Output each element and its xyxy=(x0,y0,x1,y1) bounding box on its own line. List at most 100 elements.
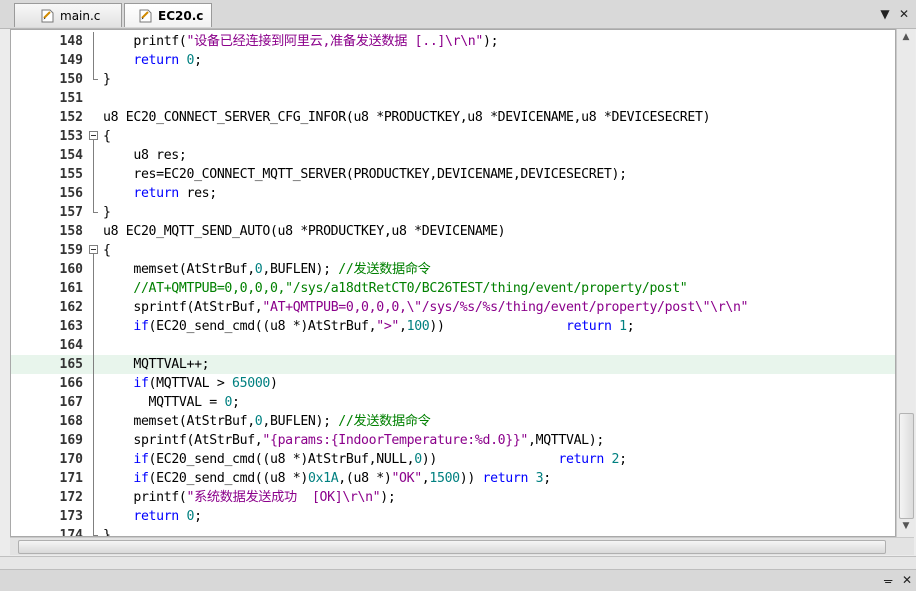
line-number: 162 xyxy=(59,300,83,315)
fold-guide-line xyxy=(89,32,99,51)
tab-list-dropdown-icon[interactable]: ▼ xyxy=(877,6,893,22)
fold-guide-line xyxy=(89,488,99,507)
line-number: 151 xyxy=(59,91,83,106)
line-number: 169 xyxy=(59,433,83,448)
code-line[interactable]: 153 { xyxy=(11,127,895,146)
code-line[interactable]: 156 return res; xyxy=(11,184,895,203)
code-text: u8 EC20_CONNECT_SERVER_CFG_INFOR(u8 *PRO… xyxy=(103,110,711,125)
code-line[interactable]: 174} xyxy=(11,526,895,537)
code-line[interactable]: 151 xyxy=(11,89,895,108)
code-line[interactable]: 165 MQTTVAL++; xyxy=(11,355,895,374)
code-line[interactable]: 161 //AT+QMTPUB=0,0,0,0,"/sys/a18dtRetCT… xyxy=(11,279,895,298)
line-number: 157 xyxy=(59,205,83,220)
code-text: } xyxy=(103,72,111,87)
code-line[interactable]: 159 { xyxy=(11,241,895,260)
code-line[interactable]: 172 printf("系统数据发送成功 [OK]\r\n"); xyxy=(11,488,895,507)
code-line[interactable]: 149 return 0; xyxy=(11,51,895,70)
fold-guide-line xyxy=(89,279,99,298)
fold-guide-line xyxy=(89,298,99,317)
line-number: 160 xyxy=(59,262,83,277)
code-text: memset(AtStrBuf,0,BUFLEN); //发送数据命令 xyxy=(103,414,431,429)
fold-collapse-icon[interactable] xyxy=(89,127,99,146)
code-line[interactable]: 173 return 0; xyxy=(11,507,895,526)
code-editor[interactable]: 148 printf("设备已经连接到阿里云,准备发送数据 [..]\r\n")… xyxy=(10,29,896,537)
code-text: } xyxy=(103,528,111,537)
code-text: res=EC20_CONNECT_MQTT_SERVER(PRODUCTKEY,… xyxy=(103,167,627,182)
code-text: if(EC20_send_cmd((u8 *)AtStrBuf,NULL,0))… xyxy=(133,452,627,467)
code-text: u8 res; xyxy=(103,148,187,163)
code-text: if(MQTTVAL > 65000) xyxy=(133,376,278,391)
line-number: 166 xyxy=(59,376,83,391)
output-panel-header: ᚚ ✕ xyxy=(0,556,916,591)
fold-guide-line xyxy=(89,507,99,526)
fold-guide-line xyxy=(89,431,99,450)
code-text: return 0; xyxy=(133,509,202,524)
code-line[interactable]: 170 if(EC20_send_cmd((u8 *)AtStrBuf,NULL… xyxy=(11,450,895,469)
panel-bar xyxy=(0,569,916,591)
line-number: 149 xyxy=(59,53,83,68)
line-number: 170 xyxy=(59,452,83,467)
vertical-scroll-thumb[interactable] xyxy=(899,413,914,519)
fold-gutter xyxy=(89,108,99,127)
code-line[interactable]: 168 memset(AtStrBuf,0,BUFLEN); //发送数据命令 xyxy=(11,412,895,431)
code-line[interactable]: 152 u8 EC20_CONNECT_SERVER_CFG_INFOR(u8 *… xyxy=(11,108,895,127)
code-line[interactable]: 157} xyxy=(11,203,895,222)
line-number: 159 xyxy=(59,243,83,258)
code-text: { xyxy=(103,129,111,144)
code-line[interactable]: 162 sprintf(AtStrBuf,"AT+QMTPUB=0,0,0,0,… xyxy=(11,298,895,317)
code-line[interactable]: 160 memset(AtStrBuf,0,BUFLEN); //发送数据命令 xyxy=(11,260,895,279)
code-text: return res; xyxy=(133,186,217,201)
line-number: 168 xyxy=(59,414,83,429)
line-number: 164 xyxy=(59,338,83,353)
fold-guide-line xyxy=(89,165,99,184)
fold-guide-line xyxy=(89,374,99,393)
code-line[interactable]: 158 u8 EC20_MQTT_SEND_AUTO(u8 *PRODUCTKEY… xyxy=(11,222,895,241)
tab-bar: main.c EC20.c ▼ ✕ xyxy=(0,0,916,29)
fold-guide-line xyxy=(89,393,99,412)
fold-end-marker xyxy=(89,203,99,222)
horizontal-scroll-thumb[interactable] xyxy=(18,540,886,554)
code-text: MQTTVAL = 0; xyxy=(103,395,240,410)
line-number: 174 xyxy=(59,528,83,537)
pin-icon[interactable]: ᚚ xyxy=(884,573,892,587)
close-panel-icon[interactable]: ✕ xyxy=(902,573,912,587)
line-number: 158 xyxy=(59,224,83,239)
fold-guide-line xyxy=(89,51,99,70)
fold-guide-line xyxy=(89,450,99,469)
code-line[interactable]: 169 sprintf(AtStrBuf,"{params:{IndoorTem… xyxy=(11,431,895,450)
code-text: if(EC20_send_cmd((u8 *)0x1A,(u8 *)"OK",1… xyxy=(133,471,551,486)
fold-guide-line xyxy=(89,412,99,431)
code-text: } xyxy=(103,205,111,220)
scroll-down-icon[interactable]: ▼ xyxy=(900,521,912,533)
close-tab-icon[interactable]: ✕ xyxy=(896,6,912,22)
horizontal-scrollbar[interactable] xyxy=(10,537,914,555)
vertical-scrollbar[interactable]: ▲ ▼ xyxy=(896,29,915,537)
fold-collapse-icon[interactable] xyxy=(89,241,99,260)
tab-main-c[interactable]: main.c xyxy=(14,3,122,27)
code-line[interactable]: 171 if(EC20_send_cmd((u8 *)0x1A,(u8 *)"O… xyxy=(11,469,895,488)
code-text: return 0; xyxy=(133,53,202,68)
c-file-icon xyxy=(139,9,152,23)
fold-guide-line xyxy=(89,260,99,279)
code-line[interactable]: 148 printf("设备已经连接到阿里云,准备发送数据 [..]\r\n")… xyxy=(11,32,895,51)
tab-ec20-c[interactable]: EC20.c xyxy=(124,3,212,27)
line-number: 167 xyxy=(59,395,83,410)
code-line[interactable]: 167 MQTTVAL = 0; xyxy=(11,393,895,412)
line-number: 172 xyxy=(59,490,83,505)
code-text: sprintf(AtStrBuf,"AT+QMTPUB=0,0,0,0,\"/s… xyxy=(103,300,749,315)
fold-guide-line xyxy=(89,469,99,488)
fold-guide-line xyxy=(89,336,99,355)
code-line[interactable]: 166 if(MQTTVAL > 65000) xyxy=(11,374,895,393)
code-line[interactable]: 163 if(EC20_send_cmd((u8 *)AtStrBuf,">",… xyxy=(11,317,895,336)
line-number: 153 xyxy=(59,129,83,144)
code-line[interactable]: 164 xyxy=(11,336,895,355)
line-number: 155 xyxy=(59,167,83,182)
code-line[interactable]: 150} xyxy=(11,70,895,89)
code-text: if(EC20_send_cmd((u8 *)AtStrBuf,">",100)… xyxy=(133,319,635,334)
code-line[interactable]: 155 res=EC20_CONNECT_MQTT_SERVER(PRODUCT… xyxy=(11,165,895,184)
fold-guide-line xyxy=(89,317,99,336)
line-number: 148 xyxy=(59,34,83,49)
scroll-up-icon[interactable]: ▲ xyxy=(900,32,912,44)
code-line[interactable]: 154 u8 res; xyxy=(11,146,895,165)
code-text: printf("系统数据发送成功 [OK]\r\n"); xyxy=(103,490,396,505)
